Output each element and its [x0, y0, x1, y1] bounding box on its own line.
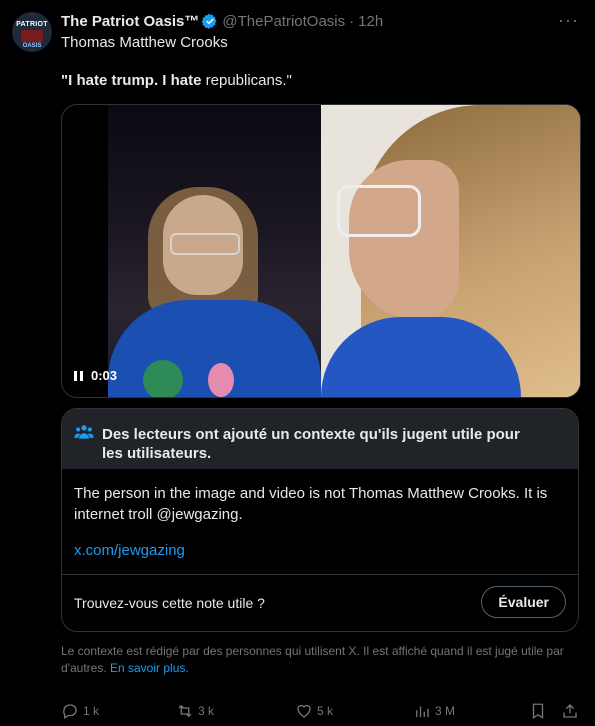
display-name[interactable]: The Patriot Oasis™ [61, 13, 199, 30]
pause-icon[interactable] [74, 370, 83, 381]
video-timestamp: 0:03 [91, 368, 118, 383]
reply-count: 1 k [83, 704, 100, 718]
rate-question: Trouvez-vous cette note utile ? [74, 595, 265, 611]
bookmark-icon [532, 703, 544, 720]
separator-dot: · [349, 12, 355, 30]
community-note-link[interactable]: x.com/jewgazing [74, 542, 185, 559]
post-text-line1: Thomas Matthew Crooks [61, 34, 228, 51]
repost-icon [178, 704, 192, 718]
handle[interactable]: @ThePatriotOasis [222, 13, 345, 30]
heart-icon [297, 704, 311, 718]
repost-button[interactable]: 3 k [176, 702, 214, 720]
video-frame-left [108, 105, 321, 397]
avatar-text-top: PATRIOT [16, 21, 48, 28]
views-count: 3 M [435, 704, 456, 718]
quote-rest: republicans." [201, 72, 292, 89]
post-text-quote: "I hate trump. I hate republicans." [61, 72, 292, 89]
video-player[interactable]: 0:03 [61, 104, 581, 398]
community-note-body: The person in the image and video is not… [74, 485, 548, 523]
community-note: Des lecteurs ont ajouté un contexte qu'i… [61, 408, 579, 632]
share-icon [563, 704, 577, 718]
more-options-icon[interactable]: ··· [558, 11, 579, 29]
rate-note-button[interactable]: Évaluer [481, 586, 566, 618]
people-icon [74, 423, 94, 441]
community-note-header: Des lecteurs ont ajouté un contexte qu'i… [62, 409, 578, 469]
avatar[interactable]: PATRIOT OASIS [12, 12, 52, 52]
views-chart-icon [416, 706, 429, 717]
post-time[interactable]: 12h [358, 13, 383, 30]
repost-count: 3 k [198, 704, 215, 718]
views-button[interactable]: 3 M [413, 702, 455, 720]
community-note-title: Des lecteurs ont ajouté un contexte qu'i… [102, 426, 520, 462]
video-controls[interactable]: 0:03 [74, 368, 117, 383]
divider [62, 574, 578, 575]
reply-button[interactable]: 1 k [61, 702, 99, 720]
quote-bold: "I hate trump. I hate [61, 72, 202, 89]
avatar-text-bottom: OASIS [22, 43, 42, 49]
bookmark-button[interactable] [529, 702, 547, 720]
action-bar: 1 k 3 k 5 k 3 M [61, 700, 581, 722]
context-footer: Le contexte est rédigé par des personnes… [61, 643, 576, 677]
learn-more-link[interactable]: En savoir plus. [110, 661, 189, 675]
reply-icon [63, 704, 77, 719]
post-header: The Patriot Oasis™ @ThePatriotOasis · 12… [61, 11, 583, 31]
video-frame-right [321, 105, 580, 397]
like-button[interactable]: 5 k [295, 702, 333, 720]
avatar-emblem [21, 30, 43, 42]
like-count: 5 k [317, 704, 334, 718]
verified-badge-icon [202, 13, 218, 29]
share-button[interactable] [561, 702, 579, 720]
